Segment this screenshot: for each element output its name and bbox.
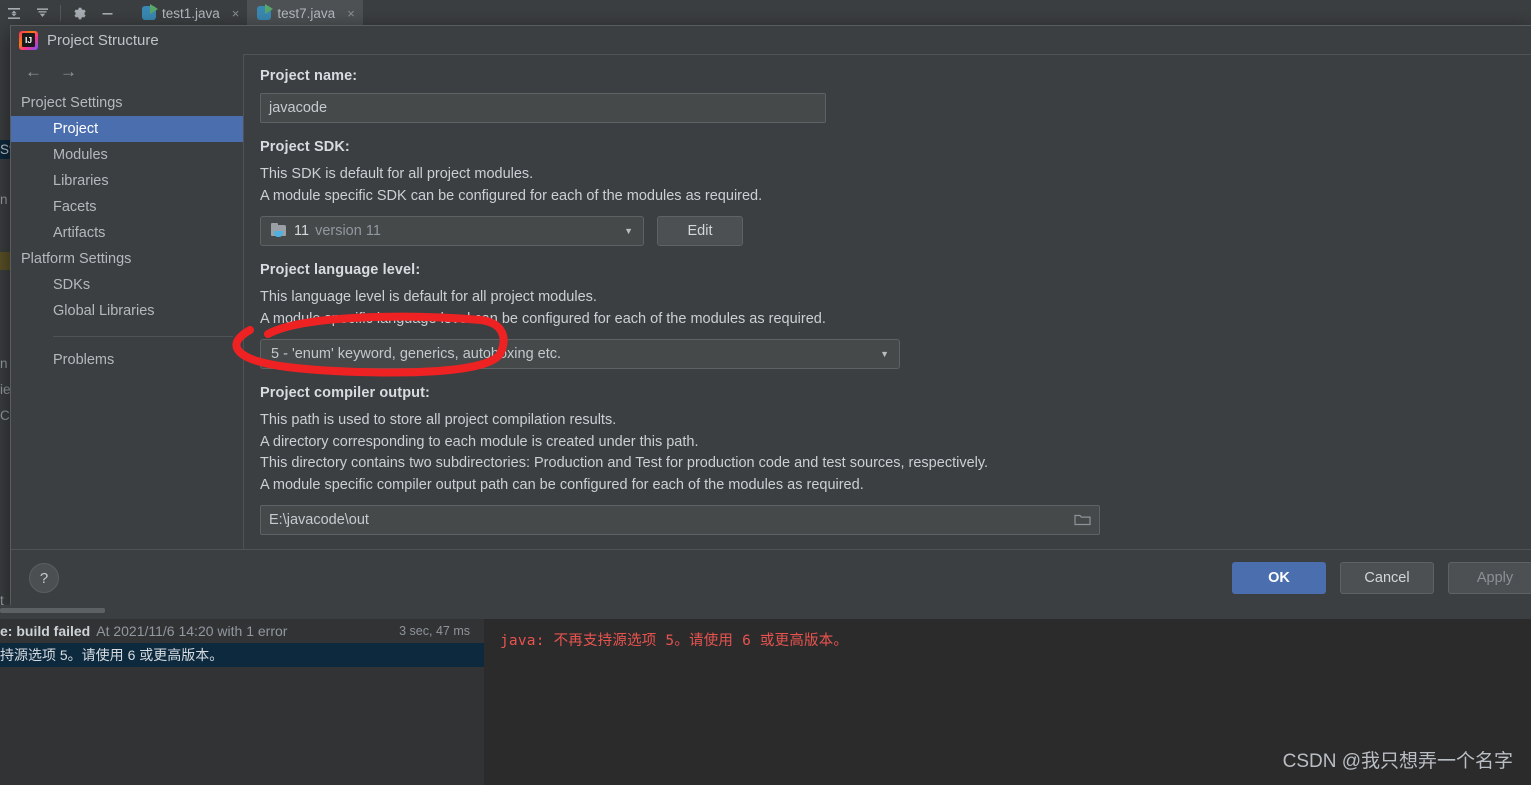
project-sdk-label: Project SDK: — [260, 139, 350, 155]
cancel-button[interactable]: Cancel — [1340, 562, 1434, 594]
jdk-icon — [271, 222, 287, 238]
editor-tab-test1[interactable]: test1.java × — [132, 0, 248, 26]
sidebar-group-project-settings: Project Settings — [21, 95, 123, 111]
build-tab-strip — [0, 605, 1531, 619]
build-status-row[interactable]: e: build failed At 2021/11/6 14:20 with … — [0, 619, 484, 643]
nav-arrows: ← → — [11, 54, 243, 90]
chevron-down-icon[interactable]: ▼ — [624, 226, 637, 236]
close-icon[interactable]: × — [232, 6, 240, 21]
sidebar-item-project[interactable]: Project — [11, 116, 243, 142]
ide-sliver-text: ie — [0, 382, 11, 397]
sidebar-item-modules[interactable]: Modules — [11, 142, 243, 168]
settings-sidebar: ← → Project Settings Project Modules Lib… — [11, 54, 244, 550]
ide-sliver-text: n — [0, 356, 8, 371]
sdk-version-sub: version 11 — [315, 223, 381, 239]
build-tab-handle[interactable] — [0, 608, 105, 613]
project-name-label: Project name: — [260, 68, 358, 84]
ok-button[interactable]: OK — [1232, 562, 1326, 594]
dialog-footer: ? OK Cancel Apply — [11, 549, 1531, 606]
sidebar-divider — [53, 336, 233, 337]
java-class-run-icon — [257, 4, 274, 20]
build-error-row[interactable]: 持源选项 5。请使用 6 或更高版本。 — [0, 643, 484, 667]
apply-button[interactable]: Apply — [1448, 562, 1531, 594]
project-settings-panel: Project name: javacode Project SDK: This… — [244, 54, 1531, 550]
sdk-description-line-1: This SDK is default for all project modu… — [260, 166, 534, 182]
chevron-down-icon[interactable]: ▼ — [880, 349, 893, 359]
sidebar-item-sdks[interactable]: SDKs — [11, 272, 243, 298]
csdn-watermark: CSDN @我只想弄一个名字 — [1282, 751, 1513, 772]
build-tree-panel: e: build failed At 2021/11/6 14:20 with … — [0, 619, 485, 785]
project-compiler-output-label: Project compiler output: — [260, 385, 430, 401]
settings-gear-icon[interactable] — [65, 2, 93, 24]
project-name-input[interactable]: javacode — [260, 93, 826, 123]
help-button[interactable]: ? — [29, 563, 59, 593]
dialog-action-buttons: OK Cancel Apply — [1232, 562, 1531, 594]
build-tool-window: e: build failed At 2021/11/6 14:20 with … — [0, 605, 1531, 785]
editor-tab-test7[interactable]: test7.java × — [247, 0, 363, 26]
sidebar-item-problems[interactable]: Problems — [11, 347, 243, 373]
sidebar-item-artifacts[interactable]: Artifacts — [11, 220, 243, 246]
project-sdk-dropdown[interactable]: 11 version 11 ▼ — [260, 216, 644, 246]
project-structure-dialog: IJ Project Structure ← → Project Setting… — [10, 25, 1531, 607]
dialog-title: Project Structure — [47, 31, 159, 49]
compiler-output-path-value: E:\javacode\out — [269, 512, 369, 528]
sdk-description-line-2: A module specific SDK can be configured … — [260, 187, 763, 204]
collapse-all-icon[interactable] — [28, 2, 56, 24]
sidebar-group-platform-settings: Platform Settings — [21, 251, 132, 267]
expand-all-icon[interactable] — [0, 2, 28, 24]
build-status-detail: At 2021/11/6 14:20 with 1 error — [96, 623, 288, 639]
compiler-output-description-line-1: This path is used to store all project c… — [260, 412, 617, 428]
forward-arrow-icon[interactable]: → — [60, 62, 77, 82]
ide-sliver-text: C — [0, 408, 10, 423]
language-level-description-line-1: This language level is default for all p… — [260, 289, 597, 305]
editor-tab-bar: test1.java × test7.java × — [132, 0, 363, 26]
sdk-version-value: 11 — [294, 223, 310, 239]
editor-tab-label: test7.java — [277, 5, 336, 21]
ide-sliver-text: n — [0, 192, 8, 207]
dialog-body: ← → Project Settings Project Modules Lib… — [11, 54, 1531, 550]
dialog-title-bar: IJ Project Structure — [11, 26, 1531, 54]
sidebar-item-libraries[interactable]: Libraries — [11, 168, 243, 194]
project-language-level-dropdown[interactable]: 5 - 'enum' keyword, generics, autoboxing… — [260, 339, 900, 369]
close-icon[interactable]: × — [347, 6, 355, 21]
intellij-idea-logo-icon: IJ — [19, 30, 38, 50]
compiler-output-description-line-4: A module specific compiler output path c… — [260, 476, 864, 493]
compiler-output-path-input[interactable]: E:\javacode\out — [260, 505, 1100, 535]
build-status-text: e: build failed — [0, 623, 91, 639]
toolbar-divider — [60, 5, 61, 21]
build-output-console: java: 不再支持源选项 5。请使用 6 或更高版本。 CSDN @我只想弄一… — [484, 619, 1531, 785]
language-level-value: 5 - 'enum' keyword, generics, autoboxing… — [271, 346, 562, 362]
compiler-error-message: java: 不再支持源选项 5。请使用 6 或更高版本。 — [500, 633, 849, 649]
minimize-icon[interactable] — [93, 2, 121, 24]
build-duration: 3 sec, 47 ms — [399, 624, 470, 638]
editor-tab-label: test1.java — [162, 5, 220, 21]
language-level-description-line-2: A module specific language level can be … — [260, 310, 826, 327]
java-class-run-icon — [142, 4, 158, 20]
compiler-output-description-line-2: A directory corresponding to each module… — [260, 433, 699, 450]
back-arrow-icon[interactable]: ← — [25, 62, 42, 82]
project-language-level-label: Project language level: — [260, 262, 421, 278]
sidebar-item-global-libraries[interactable]: Global Libraries — [11, 298, 243, 324]
edit-sdk-button[interactable]: Edit — [657, 216, 743, 246]
sidebar-item-facets[interactable]: Facets — [11, 194, 243, 220]
browse-folder-icon[interactable] — [1074, 512, 1091, 529]
compiler-output-description-line-3: This directory contains two subdirectori… — [260, 455, 989, 471]
